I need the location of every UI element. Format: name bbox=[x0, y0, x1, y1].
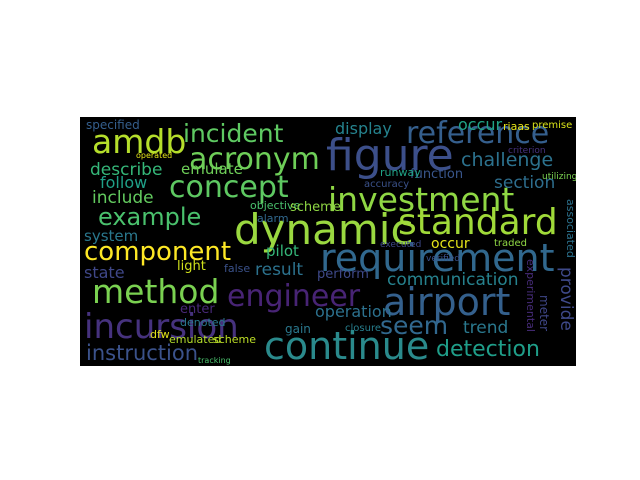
word-display: display bbox=[335, 119, 392, 138]
word-instruction: instruction bbox=[86, 341, 199, 365]
word-trend: trend bbox=[463, 318, 509, 338]
word-function: occur bbox=[431, 236, 470, 252]
word-runway: runway bbox=[380, 166, 421, 179]
word-example: example bbox=[98, 203, 202, 231]
word-dfw: dfw bbox=[150, 328, 170, 341]
word-premise: premise bbox=[532, 120, 573, 131]
word-false: false bbox=[224, 262, 251, 275]
word-associated: associated bbox=[564, 199, 576, 258]
word-operated: operated bbox=[136, 151, 173, 160]
word-traded: traded bbox=[494, 238, 528, 249]
word-alert: scheme bbox=[290, 200, 341, 215]
word-scheme: scheme bbox=[213, 333, 257, 346]
word-pilot: pilot bbox=[266, 242, 299, 260]
word-result: result bbox=[255, 260, 304, 280]
word-continue: continue bbox=[264, 324, 430, 366]
word-provide: provide bbox=[556, 267, 576, 331]
word-tracking: tracking bbox=[198, 356, 231, 365]
word-accuracy: accuracy bbox=[364, 179, 410, 190]
word-specified: specified bbox=[86, 118, 140, 132]
word-verified: verified bbox=[426, 254, 460, 264]
word-meter: meter bbox=[537, 295, 551, 332]
word-detection: detection bbox=[436, 337, 540, 362]
word-criterion: criterion bbox=[508, 146, 546, 156]
word-riaas: riaas bbox=[503, 120, 530, 133]
word-denoted: denoted bbox=[180, 316, 226, 329]
word-occur: occur bbox=[458, 117, 503, 134]
word-alarm: alarm bbox=[257, 212, 289, 225]
word-executed: executed bbox=[380, 240, 422, 250]
word-cloud: amdb incident acronym figure display ref… bbox=[80, 117, 576, 366]
word-utilizing: utilizing bbox=[542, 172, 576, 182]
word-experimental: experimental bbox=[524, 259, 537, 332]
word-component: component bbox=[84, 237, 232, 267]
